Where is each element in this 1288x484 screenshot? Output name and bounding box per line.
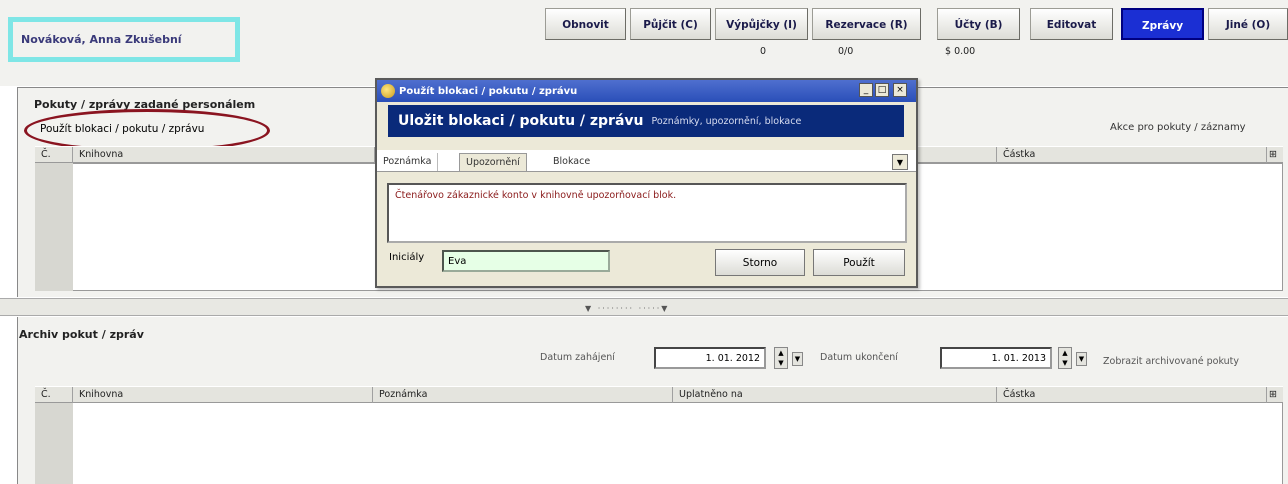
dialog-title: Použít blokaci / pokutu / zprávu (399, 85, 578, 97)
checkout-button[interactable]: Půjčit (C) (630, 8, 711, 40)
patron-name-box: Nováková, Anna Zkušební (8, 17, 240, 62)
end-date-dropdown-icon[interactable]: ▼ (1076, 352, 1087, 366)
minimize-icon[interactable]: _ (859, 83, 873, 97)
tab-alert[interactable]: Upozornění (459, 153, 527, 171)
app-icon (381, 84, 395, 98)
column-header-number[interactable]: Č. (35, 147, 73, 164)
column-header-applied-to[interactable]: Uplatněno na (673, 387, 997, 404)
loans-count: 0 (760, 46, 767, 57)
refresh-button[interactable]: Obnovit (545, 8, 626, 40)
column-chooser-icon[interactable]: ⊞ (1267, 147, 1283, 164)
fines-grid-row-gutter (35, 163, 73, 291)
cancel-button[interactable]: Storno (715, 249, 805, 276)
dialog-header-banner: Uložit blokaci / pokutu / zprávu Poznámk… (388, 105, 904, 137)
tab-note[interactable]: Poznámka (377, 153, 439, 171)
start-date-label: Datum zahájení (540, 352, 615, 363)
column-header-number[interactable]: Č. (35, 387, 73, 404)
column-header-amount[interactable]: Částka (997, 147, 1267, 164)
column-header-library[interactable]: Knihovna (73, 147, 375, 164)
end-date-label: Datum ukončení (820, 352, 898, 363)
archive-grid-row-gutter (35, 403, 73, 484)
maximize-icon[interactable]: □ (875, 83, 889, 97)
column-chooser-icon[interactable]: ⊞ (1267, 387, 1283, 404)
archive-grid-header: Č. Knihovna Poznámka Uplatněno na Částka… (35, 386, 1283, 404)
dialog-titlebar[interactable]: Použít blokaci / pokutu / zprávu _ □ × (377, 80, 916, 102)
start-date-dropdown-icon[interactable]: ▼ (792, 352, 803, 366)
dialog-tab-strip: Poznámka Upozornění Blokace (377, 150, 916, 172)
archive-grid-body[interactable] (35, 403, 1283, 484)
messages-button[interactable]: Zprávy (1121, 8, 1204, 40)
other-button[interactable]: Jiné (O) (1208, 8, 1288, 40)
start-date-input[interactable]: 1. 01. 2012 (654, 347, 766, 369)
column-header-library[interactable]: Knihovna (73, 387, 373, 404)
initials-input[interactable]: Eva (442, 250, 610, 272)
archive-section-title: Archiv pokut / zpráv (19, 328, 144, 341)
dialog-heading: Uložit blokaci / pokutu / zprávu (398, 113, 644, 129)
note-textarea[interactable]: Čtenářovo zákaznické konto v knihovně up… (387, 183, 907, 243)
accounts-balance: $ 0.00 (945, 46, 976, 57)
accounts-button[interactable]: Účty (B) (937, 8, 1020, 40)
splitter-grip-icon[interactable]: ▼ ········ ·····▼ (585, 304, 669, 313)
close-icon[interactable]: × (893, 83, 907, 97)
patron-name: Nováková, Anna Zkušební (21, 33, 182, 46)
reservations-button[interactable]: Rezervace (R) (812, 8, 921, 40)
fines-actions-label[interactable]: Akce pro pokuty / záznamy (1110, 122, 1246, 133)
start-date-spinner[interactable]: ▲ ▼ (774, 347, 788, 369)
end-date-spinner[interactable]: ▲ ▼ (1058, 347, 1072, 369)
apply-block-dialog: Použít blokaci / pokutu / zprávu _ □ × U… (375, 78, 918, 288)
dialog-subheading: Poznámky, upozornění, blokace (651, 115, 802, 127)
initials-label: Iniciály (389, 252, 425, 263)
column-header-note[interactable]: Poznámka (373, 387, 673, 404)
tab-dropdown-icon[interactable]: ▼ (892, 154, 908, 170)
reservations-count: 0/0 (838, 46, 854, 57)
show-archived-link[interactable]: Zobrazit archivované pokuty (1103, 356, 1239, 367)
end-date-input[interactable]: 1. 01. 2013 (940, 347, 1052, 369)
column-header-amount[interactable]: Částka (997, 387, 1267, 404)
apply-button[interactable]: Použít (813, 249, 905, 276)
tab-block[interactable]: Blokace (547, 153, 596, 171)
edit-button[interactable]: Editovat (1030, 8, 1113, 40)
loans-button[interactable]: Výpůjčky (I) (715, 8, 808, 40)
